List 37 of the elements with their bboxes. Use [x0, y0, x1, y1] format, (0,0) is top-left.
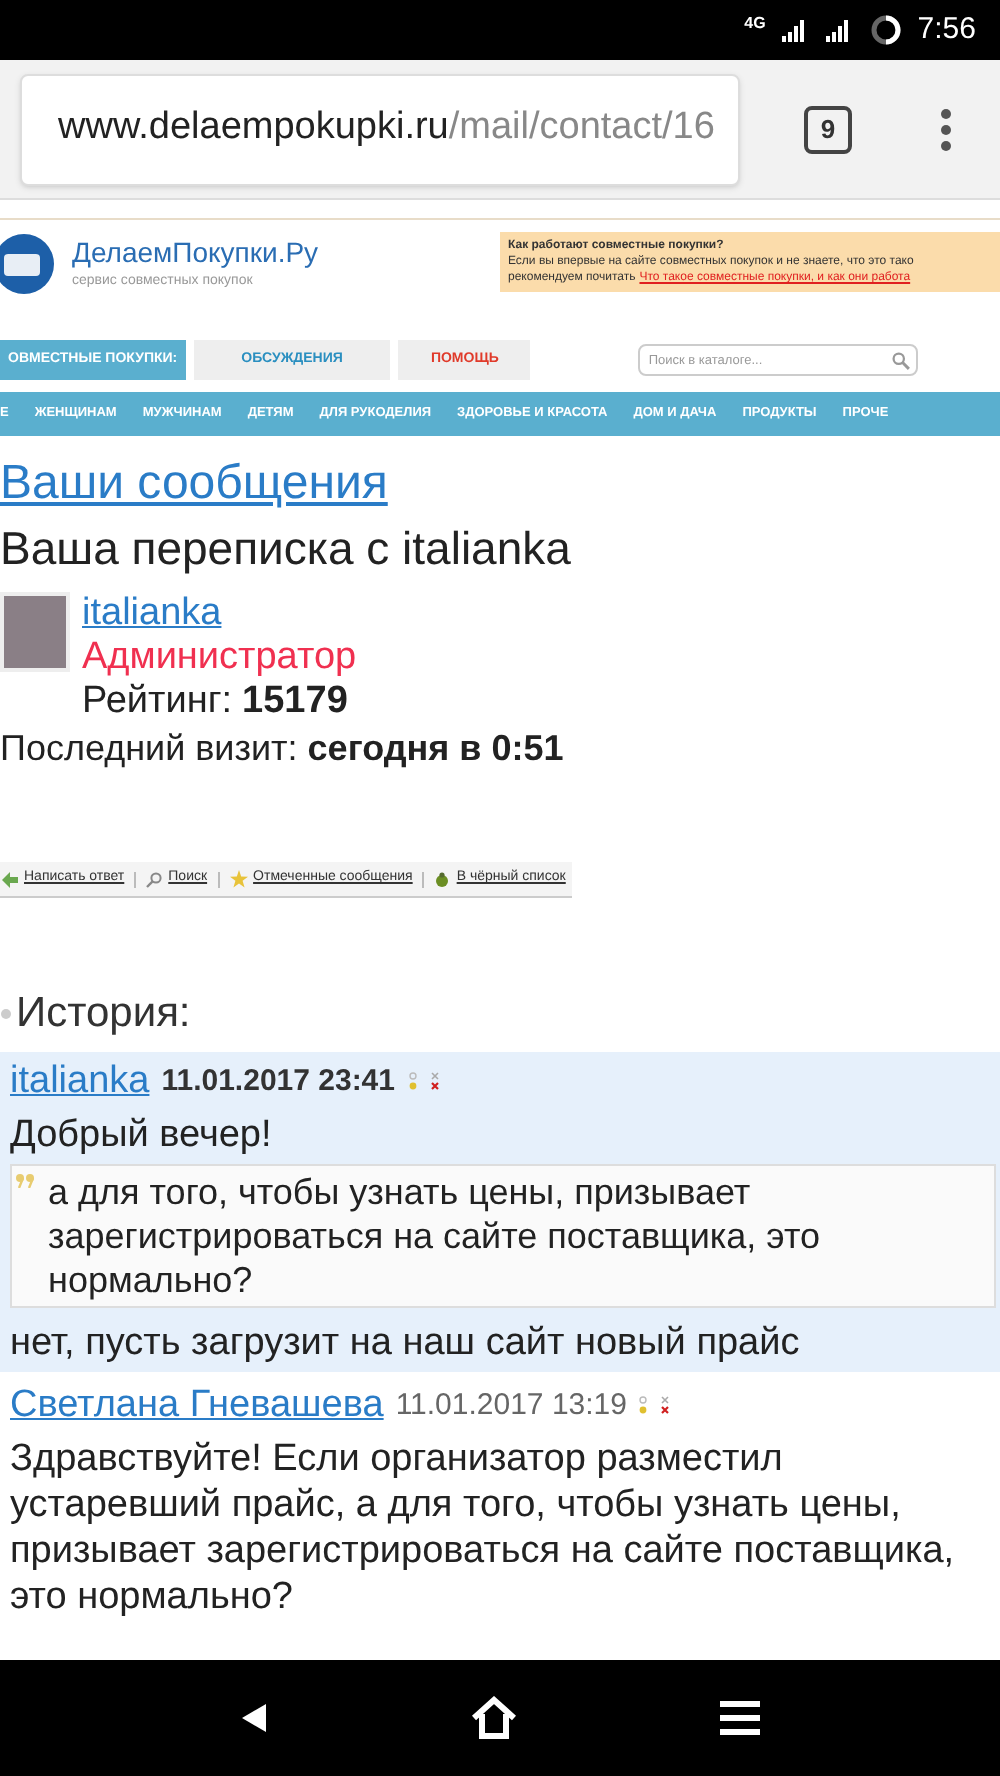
signal-icon	[825, 18, 854, 42]
rating-label: Рейтинг:	[82, 680, 233, 724]
bug-icon	[434, 871, 451, 887]
quote-text: а для того, чтобы узнать цены, призывает зарегистрироваться на сайте поставщика, это нормально?	[48, 1170, 823, 1302]
message-text: Здравствуйте! Если организатор разместил устаревший прайс, а для того, чтобы узнать цены, призывает зарегистрироваться на сайте поставщика, это нормально?	[10, 1436, 957, 1620]
history-title: История:	[16, 988, 191, 1040]
author-link[interactable]: Светлана Гневашева	[10, 1382, 384, 1430]
page-title: Ваша переписка с italianka	[0, 520, 573, 576]
author-link[interactable]: italianka	[10, 1058, 150, 1106]
search-icon[interactable]	[892, 352, 911, 370]
message-text: Добрый вечер!	[10, 1112, 274, 1158]
last-visit-label: Последний визит:	[0, 726, 298, 770]
signal-icon	[781, 18, 810, 42]
arrow-icon	[2, 871, 18, 887]
network-type: 4G	[744, 12, 766, 36]
message-date: 11.01.2017 23:41	[161, 1061, 395, 1102]
clock: 7:56	[917, 9, 976, 50]
home-icon[interactable]	[469, 1696, 518, 1740]
url-field[interactable]: www.delaempokupki.ru/mail/contact/16	[20, 73, 740, 185]
logo-title: ДелаемПокупки.Ру	[72, 236, 319, 271]
quote-icon	[16, 1174, 36, 1188]
menu-icon[interactable]	[940, 107, 952, 151]
close-icon[interactable]	[429, 1072, 439, 1092]
message-date: 11.01.2017 13:19	[395, 1385, 627, 1426]
contact-role: Администратор	[82, 636, 357, 680]
back-icon[interactable]	[240, 1702, 269, 1734]
tab-count-button[interactable]: 9	[804, 105, 852, 153]
avatar-photo-placeholder	[0, 592, 70, 672]
rating-value: 15179	[242, 680, 348, 724]
message-text: нет, пусть загрузит на наш сайт новый прайс	[10, 1320, 802, 1366]
breadcrumb-link[interactable]: Ваши сообщения	[0, 456, 1000, 512]
menu-icon[interactable]	[719, 1700, 760, 1736]
last-visit-value: сегодня в 0:51	[307, 726, 564, 770]
contact-name-link[interactable]: italianka	[82, 592, 357, 636]
battery-ring-icon	[869, 14, 902, 46]
close-icon[interactable]	[660, 1396, 671, 1416]
search-icon	[146, 871, 163, 887]
